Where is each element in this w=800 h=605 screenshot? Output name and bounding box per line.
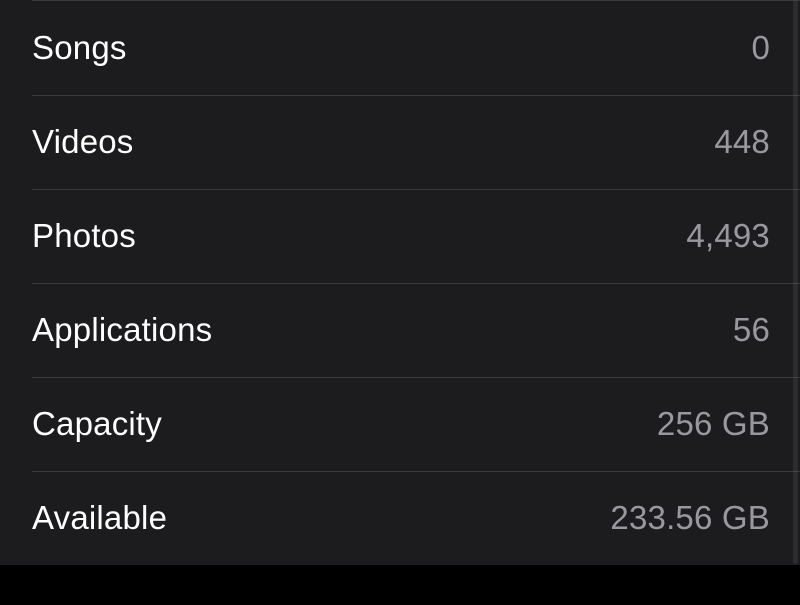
row-value: 0 xyxy=(751,29,770,67)
row-videos: Videos 448 xyxy=(0,95,800,189)
row-value: 448 xyxy=(714,123,770,161)
about-list: Songs 0 Videos 448 Photos 4,493 Applicat… xyxy=(0,0,800,565)
row-songs: Songs 0 xyxy=(0,1,800,95)
row-label: Applications xyxy=(32,311,212,349)
row-value: 4,493 xyxy=(686,217,770,255)
scrollbar[interactable] xyxy=(793,0,798,564)
row-value: 233.56 GB xyxy=(610,499,770,537)
row-available: Available 233.56 GB xyxy=(0,471,800,565)
row-label: Available xyxy=(32,499,167,537)
row-label: Photos xyxy=(32,217,136,255)
row-label: Songs xyxy=(32,29,127,67)
row-label: Capacity xyxy=(32,405,162,443)
row-value: 56 xyxy=(733,311,770,349)
row-capacity: Capacity 256 GB xyxy=(0,377,800,471)
row-value: 256 GB xyxy=(657,405,770,443)
row-applications: Applications 56 xyxy=(0,283,800,377)
row-label: Videos xyxy=(32,123,134,161)
row-photos: Photos 4,493 xyxy=(0,189,800,283)
